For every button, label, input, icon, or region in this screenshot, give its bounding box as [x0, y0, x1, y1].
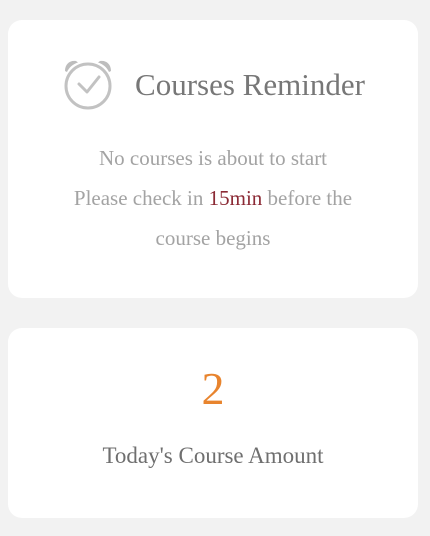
- reminder-message: No courses is about to start Please chec…: [8, 138, 418, 258]
- alarm-clock-icon: [64, 60, 112, 110]
- course-amount-value: 2: [201, 363, 225, 414]
- reminder-line-3: course begins: [155, 226, 271, 250]
- reminder-header: Courses Reminder: [8, 56, 418, 112]
- reminder-line-2: Please check in 15min before the: [8, 178, 418, 218]
- reminder-line-1: No courses is about to start: [98, 146, 328, 170]
- reminder-line-2-prefix: Please check in: [73, 186, 209, 210]
- courses-reminder-card: Courses Reminder No courses is about to …: [8, 20, 418, 298]
- check-in-time-highlight: 15min: [208, 186, 263, 210]
- course-amount-card: 2 Today's Course Amount: [8, 328, 418, 518]
- course-amount-label: Today's Course Amount: [102, 443, 324, 468]
- reminder-line-2-suffix: before the: [262, 186, 353, 210]
- reminder-title: Courses Reminder: [135, 66, 365, 102]
